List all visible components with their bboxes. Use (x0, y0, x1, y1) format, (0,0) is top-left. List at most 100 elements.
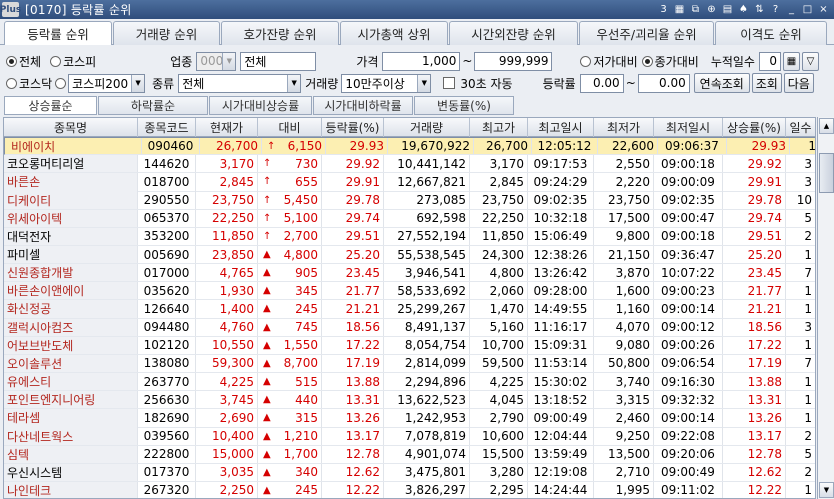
table-row[interactable]: 바른손이앤에이 035620 1,930 ▲ 345 21.77 58,533,692 2,0… (4, 282, 815, 301)
change-from-input[interactable]: 0.00 (579, 73, 624, 93)
index-select[interactable]: 코스피200 ▼ (68, 73, 146, 93)
industry-code-select[interactable]: 0000 ▼ (196, 51, 237, 71)
chart-icon[interactable]: ▤ (721, 2, 734, 16)
table-row[interactable]: 위세아이텍 065370 22,250 ↑ 5,100 29.74 692,598 22,25… (4, 209, 815, 228)
subtab-3[interactable]: 시가대비하락률 (313, 96, 413, 115)
up-arrow-icon: ↑ (263, 194, 272, 206)
cell-price: 2,690 (196, 409, 258, 427)
cell-hightime: 09:28:00 (528, 282, 594, 300)
table-row[interactable]: 오이솔루션 138080 59,300 ▲ 8,700 17.19 2,814,099 59,… (4, 354, 815, 374)
industry-name-field[interactable]: 전체 (240, 51, 317, 71)
tab-1[interactable]: 거래량 순위 (113, 21, 220, 45)
table-row[interactable]: 화신정공 126640 1,400 ▲ 245 21.21 25,299,267 1,470 1… (4, 300, 815, 319)
column-header[interactable]: 등락률(%) (322, 118, 384, 137)
cell-high: 15,500 (470, 445, 528, 463)
table-row[interactable]: 심텍 222800 15,000 ▲ 1,700 12.78 4,901,074 15,500… (4, 445, 815, 464)
cell-days: 3 (786, 173, 815, 190)
column-header[interactable]: 최고일시 (528, 118, 594, 137)
index-radio[interactable] (55, 77, 67, 89)
close-icon[interactable]: × (817, 2, 830, 16)
cell-low: 9,800 (594, 227, 654, 246)
change-to-input[interactable]: 0.00 (637, 73, 690, 93)
low-compare-radio[interactable]: 저가대비 (580, 53, 638, 70)
subtab-4[interactable]: 변동률(%) (414, 96, 514, 115)
subtab-1[interactable]: 하락률순 (98, 96, 208, 115)
table-row[interactable]: 갤럭시아컴즈 094480 4,760 ▲ 745 18.56 8,491,137 5,160… (4, 318, 815, 337)
table-row[interactable]: 바른손 018700 2,845 ↑ 655 29.91 12,667,821 2,845 09… (4, 173, 815, 192)
cell-hightime: 14:24:44 (528, 481, 594, 498)
cell-vol: 273,085 (384, 191, 470, 209)
cell-hightime: 12:19:08 (528, 463, 594, 481)
table-row[interactable]: 비에이치 090460 26,700 ↑ 6,150 29.93 19,670,922 26,… (4, 137, 815, 156)
scroll-up-icon[interactable]: ▲ (819, 118, 834, 134)
market-kosdaq-radio[interactable]: 코스닥 (6, 75, 52, 92)
table-row[interactable]: 다산네트웍스 039560 10,400 ▲ 1,210 13.17 7,078,819 10… (4, 427, 815, 446)
volume-select-value: 10만주이상 (345, 76, 405, 91)
pin-icon[interactable]: ♠ (737, 2, 750, 16)
subtab-0[interactable]: 상승률순 (4, 96, 97, 115)
subtab-2[interactable]: 시가대비상승률 (209, 96, 312, 115)
cell-diff: ▲ 515 (258, 372, 322, 391)
table-row[interactable]: 대덕전자 353200 11,850 ↑ 2,700 29.51 27,552,194 11,… (4, 227, 815, 247)
table-row[interactable]: 어보브반도체 102120 10,550 ▲ 1,550 17.22 8,054,754 10… (4, 336, 815, 355)
tab-3[interactable]: 시가총액 상위 (340, 21, 448, 45)
table-row[interactable]: 코오롱머티리얼 144620 3,170 ↑ 730 29.92 10,441,142 3,1… (4, 155, 815, 174)
3-icon[interactable]: 3 (657, 2, 670, 16)
tab-2[interactable]: 호가잔량 순위 (221, 21, 339, 45)
close-compare-radio[interactable]: 종가대비 (641, 53, 699, 70)
column-header[interactable]: 종목코드 (138, 118, 196, 137)
query-button[interactable]: 조회 (751, 73, 782, 93)
table-row[interactable]: 테라셈 182690 2,690 ▲ 315 13.26 1,242,953 2,790 09:… (4, 409, 815, 428)
market-all-radio[interactable]: 전체 (6, 53, 41, 70)
table-row[interactable]: 포인트엔지니어링 256630 3,745 ▲ 440 13.31 13,622,523 4,… (4, 391, 815, 410)
column-header[interactable]: 대비 (258, 118, 322, 137)
auto-refresh-checkbox[interactable] (443, 77, 456, 89)
help-icon[interactable]: ? (769, 2, 782, 16)
column-header[interactable]: 종목명 (4, 118, 138, 137)
cum-days-input[interactable]: 0 (758, 51, 781, 71)
scroll-down-icon[interactable]: ▼ (819, 482, 834, 498)
cell-uprate: 17.19 (723, 354, 786, 373)
column-header[interactable]: 최저가 (594, 118, 654, 137)
layout-icon[interactable]: ⇅ (753, 2, 766, 16)
cell-code: 065370 (138, 209, 196, 227)
market-kospi-radio[interactable]: 코스피 (50, 53, 96, 70)
tab-5[interactable]: 우선주/괴리율 순위 (579, 21, 714, 45)
column-header[interactable]: 상승률(%) (723, 118, 786, 137)
table-row[interactable]: 신원종합개발 017000 4,765 ▲ 905 23.45 3,946,541 4,800… (4, 264, 815, 283)
table-row[interactable]: 파미셀 005690 23,850 ▲ 4,800 25.20 55,538,545 24,3… (4, 245, 815, 265)
vertical-scrollbar[interactable]: ▲ ▼ (817, 117, 834, 499)
table-row[interactable]: 우신시스템 017370 3,035 ▲ 340 12.62 3,475,801 3,280 1… (4, 463, 815, 482)
cell-vol: 27,552,194 (384, 227, 470, 246)
type-select[interactable]: 전체 ▼ (178, 73, 302, 93)
diff-value: 2,700 (283, 229, 318, 244)
cell-lowtime: 09:00:23 (654, 282, 723, 300)
column-header[interactable]: 최저일시 (654, 118, 723, 137)
link-icon[interactable]: ⊕ (705, 2, 718, 16)
column-header[interactable]: 현재가 (196, 118, 258, 137)
maximize-icon[interactable]: □ (801, 2, 814, 16)
table-row[interactable]: 나인테크 267320 2,250 ▲ 245 12.22 3,826,297 2,295 14… (4, 481, 815, 498)
copy-icon[interactable]: ⧉ (689, 2, 702, 16)
filter-icon: ▽ (806, 55, 815, 67)
scroll-thumb[interactable] (819, 153, 834, 193)
calendar-button[interactable]: ▦ (782, 51, 800, 71)
price-to-input[interactable]: 999,999 (474, 51, 553, 71)
table-row[interactable]: 디케이티 290550 23,750 ↑ 5,450 29.78 273,085 23,750… (4, 191, 815, 210)
filter-button[interactable]: ▽ (801, 51, 819, 71)
tab-0[interactable]: 등락률 순위 (4, 21, 112, 45)
price-from-input[interactable]: 1,000 (382, 51, 461, 71)
next-button[interactable]: 다음 (783, 73, 814, 93)
volume-select[interactable]: 10만주이상 ▼ (341, 73, 432, 93)
minimize-icon[interactable]: _ (785, 2, 798, 16)
cell-lowtime: 09:06:54 (654, 354, 723, 373)
table-row[interactable]: 유에스티 263770 4,225 ▲ 515 13.88 2,294,896 4,225 15… (4, 372, 815, 392)
tab-6[interactable]: 이격도 순위 (715, 21, 827, 45)
tab-4[interactable]: 시간외잔량 순위 (449, 21, 578, 45)
continuous-query-button[interactable]: 연속조회 (693, 73, 750, 93)
column-header[interactable]: 일수 (786, 118, 815, 137)
grid-icon[interactable]: ▦ (673, 2, 686, 16)
column-header[interactable]: 거래량 (384, 118, 470, 137)
cell-hightime: 12:05:12 (532, 138, 598, 155)
column-header[interactable]: 최고가 (470, 118, 528, 137)
